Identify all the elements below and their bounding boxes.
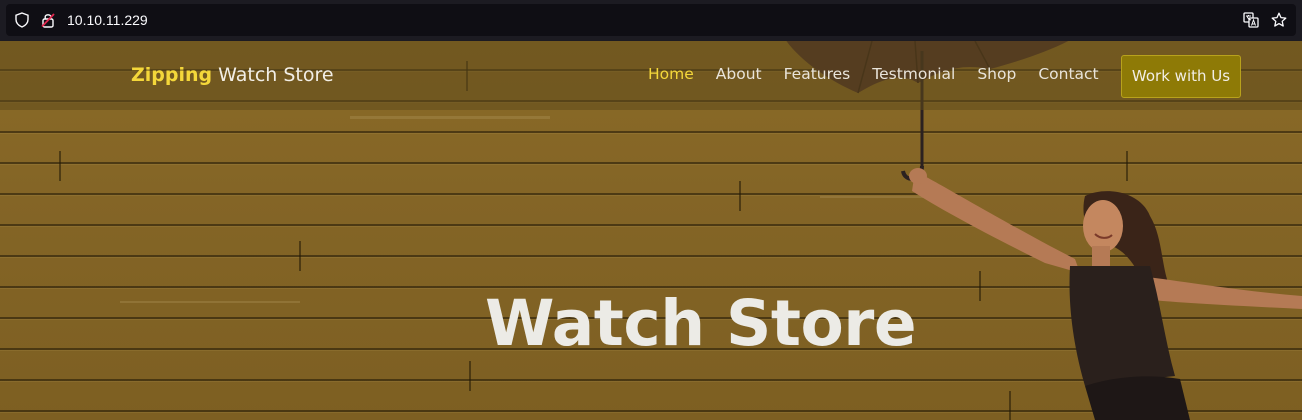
url-text[interactable]: 10.10.11.229 (67, 4, 148, 36)
site-navbar: Zipping Watch Store Home About Features … (0, 41, 1302, 110)
address-bar[interactable]: 10.10.11.229 (6, 4, 1296, 36)
main-nav: Home About Features Testmonial Shop Cont… (648, 65, 1121, 83)
translate-icon[interactable] (1242, 4, 1260, 36)
nav-link-contact[interactable]: Contact (1038, 65, 1098, 83)
brand-rest-text: Watch Store (212, 64, 334, 86)
nav-link-testmonial[interactable]: Testmonial (872, 65, 955, 83)
brand-logo[interactable]: Zipping Watch Store (131, 64, 334, 86)
nav-link-shop[interactable]: Shop (977, 65, 1016, 83)
shield-icon[interactable] (14, 4, 30, 36)
nav-link-home[interactable]: Home (648, 65, 694, 83)
insecure-lock-icon[interactable] (40, 4, 56, 36)
nav-link-features[interactable]: Features (784, 65, 851, 83)
hero-headline: Watch Store (485, 287, 917, 360)
work-with-us-button[interactable]: Work with Us (1121, 55, 1241, 98)
bookmark-star-icon[interactable] (1270, 4, 1288, 36)
hero-section: Zipping Watch Store Home About Features … (0, 41, 1302, 420)
browser-toolbar: 10.10.11.229 (0, 0, 1302, 41)
nav-link-about[interactable]: About (716, 65, 762, 83)
brand-accent-text: Zipping (131, 64, 213, 86)
